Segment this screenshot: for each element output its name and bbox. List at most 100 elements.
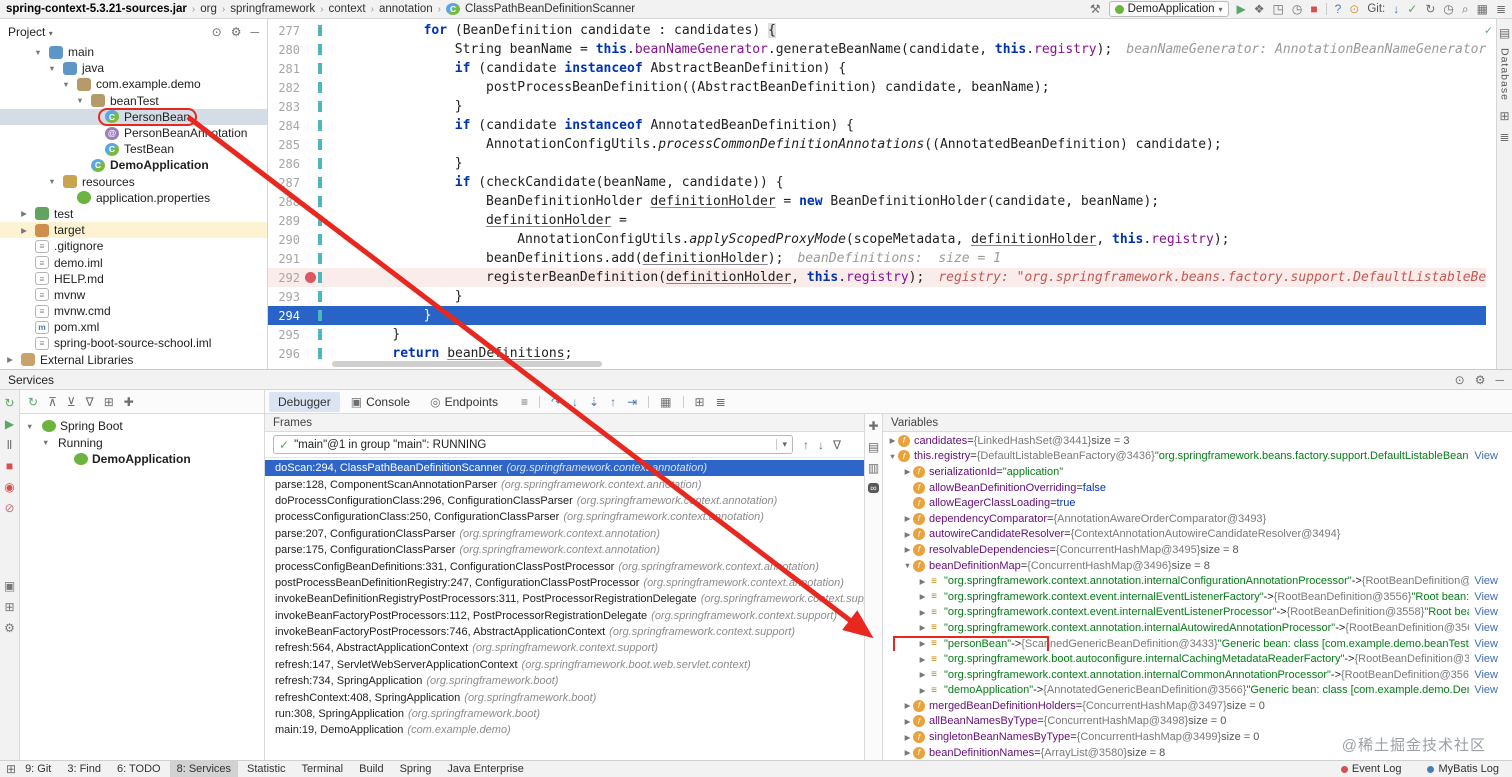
tree-item-beantest[interactable]: ▼ beanTest: [0, 93, 267, 109]
tree-item-help-md[interactable]: ≡ HELP.md: [0, 271, 267, 287]
code-area[interactable]: 277 for (BeanDefinition candidate : candi…: [268, 21, 1486, 363]
debug-icon[interactable]: ❖: [1254, 3, 1265, 15]
code-line-281[interactable]: 281 if (candidate instanceof AbstractBean…: [268, 59, 1486, 78]
restore-layout-icon[interactable]: ⊞: [4, 601, 14, 613]
expand-arrow-icon[interactable]: ▶: [917, 639, 928, 648]
code-text[interactable]: registerBeanDefinition(definitionHolder,…: [330, 270, 1486, 285]
add-watch-icon[interactable]: ✚: [868, 420, 878, 432]
expand-arrow-icon[interactable]: ▶: [902, 545, 913, 554]
code-line-290[interactable]: 290 AnnotationConfigUtils.applyScopedProx…: [268, 230, 1486, 249]
copy-stack-icon[interactable]: ▥: [868, 462, 879, 474]
resume-icon[interactable]: ▶: [5, 418, 14, 430]
view-link[interactable]: View: [1469, 668, 1498, 681]
tree-item-spring-boot-source-school-iml[interactable]: ≡ spring-boot-source-school.iml: [0, 335, 267, 351]
tree-item-java[interactable]: ▼ java: [0, 60, 267, 76]
expand-arrow-icon[interactable]: ▼: [42, 438, 54, 447]
view-link[interactable]: View: [1469, 575, 1498, 588]
view-link[interactable]: View: [1469, 450, 1498, 463]
tab-debugger[interactable]: Debugger: [269, 391, 340, 412]
variable-row[interactable]: ▶ f allBeanNamesByType = {ConcurrentHashMa…: [883, 714, 1512, 730]
tree-item-mvnw-cmd[interactable]: ≡ mvnw.cmd: [0, 303, 267, 319]
hide-frames-filter-icon[interactable]: ∇: [833, 439, 841, 451]
code-text[interactable]: return beanDefinitions;: [330, 346, 1486, 361]
project-panel-title[interactable]: Project ▾: [8, 25, 53, 39]
tree-item-external-libraries[interactable]: ▶ External Libraries: [0, 352, 267, 368]
pause-icon[interactable]: Ⅱ: [7, 439, 13, 451]
history-icon[interactable]: ↻: [1425, 3, 1435, 15]
tree-item-test[interactable]: ▶ test: [0, 206, 267, 222]
services-settings-icon[interactable]: ⚙: [1475, 374, 1486, 386]
collapse-arrow-icon[interactable]: ▶: [18, 209, 30, 218]
collapse-arrow-icon[interactable]: ▶: [18, 226, 30, 235]
line-number[interactable]: 284: [268, 119, 304, 133]
line-number[interactable]: 283: [268, 100, 304, 114]
stack-frame[interactable]: processConfigBeanDefinitions:331, Config…: [265, 558, 864, 574]
code-line-286[interactable]: 286}: [268, 154, 1486, 173]
run-to-cursor-icon[interactable]: ⇥: [627, 396, 637, 408]
tab-console[interactable]: ▣ Console: [342, 392, 419, 412]
services-tree-item-running[interactable]: ▼ Running: [20, 435, 264, 452]
expand-arrow-icon[interactable]: ▼: [60, 80, 72, 89]
tree-item-application-properties[interactable]: application.properties: [0, 190, 267, 206]
stack-frame[interactable]: processConfigurationClass:250, Configura…: [265, 509, 864, 525]
view-link[interactable]: View: [1469, 653, 1498, 666]
line-number[interactable]: 285: [268, 138, 304, 152]
tree-item-testbean[interactable]: C TestBean: [0, 141, 267, 157]
add-service-icon[interactable]: ✚: [124, 396, 134, 408]
expand-arrow-icon[interactable]: ▶: [917, 623, 928, 632]
tree-item-personbean[interactable]: C PersonBean: [0, 108, 267, 125]
locate-file-icon[interactable]: ⊙: [212, 26, 222, 38]
expand-arrow-icon[interactable]: ▶: [887, 436, 898, 445]
code-line-294[interactable]: 294}: [268, 306, 1486, 325]
line-number[interactable]: 292: [268, 271, 304, 285]
line-number[interactable]: 290: [268, 233, 304, 247]
tree-item-demo-iml[interactable]: ≡ demo.iml: [0, 254, 267, 270]
tree-item-com-example-demo[interactable]: ▼ com.example.demo: [0, 76, 267, 92]
line-number[interactable]: 280: [268, 43, 304, 57]
stack-frame[interactable]: doProcessConfigurationClass:296, Configu…: [265, 493, 864, 509]
profiler-icon[interactable]: ◷: [1292, 3, 1302, 15]
code-line-288[interactable]: 288 BeanDefinitionHolder definitionHolder…: [268, 192, 1486, 211]
view-link[interactable]: View: [1469, 606, 1498, 619]
layout-settings-icon[interactable]: ⊞: [695, 396, 705, 408]
clock-icon[interactable]: ◷: [1443, 3, 1453, 15]
code-editor[interactable]: 277 for (BeanDefinition candidate : candi…: [268, 19, 1496, 369]
stack-frame[interactable]: refresh:147, ServletWebServerApplication…: [265, 657, 864, 673]
variable-row[interactable]: ▶ f autowireCandidateResolver = {ContextAn…: [883, 527, 1512, 543]
line-number[interactable]: 294: [268, 309, 304, 323]
stack-frame[interactable]: main:19, DemoApplication (com.example.de…: [265, 722, 864, 738]
variable-row[interactable]: f allowBeanDefinitionOverriding = false: [883, 480, 1512, 496]
line-number[interactable]: 293: [268, 290, 304, 304]
code-text[interactable]: definitionHolder =: [330, 213, 1486, 228]
statusbar-item-spring[interactable]: Spring: [393, 761, 439, 777]
code-line-280[interactable]: 280 String beanName = this.beanNameGenera…: [268, 40, 1486, 59]
filter-icon[interactable]: ∇: [86, 396, 94, 408]
breadcrumb-item[interactable]: annotation: [379, 3, 433, 15]
view-link[interactable]: View: [1469, 637, 1498, 650]
expand-arrow-icon[interactable]: ▼: [74, 96, 86, 105]
thread-selector[interactable]: ✓ "main"@1 in group "main": RUNNING ▾: [273, 435, 793, 454]
expand-arrow-icon[interactable]: ▶: [917, 670, 928, 679]
code-line-277[interactable]: 277 for (BeanDefinition candidate : candi…: [268, 21, 1486, 40]
variable-row[interactable]: ▼ f this.registry = {DefaultListableBeanFa…: [883, 449, 1512, 465]
stack-frame[interactable]: parse:207, ConfigurationClassParser (org…: [265, 526, 864, 542]
code-text[interactable]: AnnotationConfigUtils.applyScopedProxyMo…: [330, 232, 1486, 247]
watch-view-icon[interactable]: ▤: [868, 441, 879, 453]
expand-arrow-icon[interactable]: ▼: [26, 422, 38, 431]
variable-row[interactable]: ▶ f resolvableDependencies = {ConcurrentHa…: [883, 542, 1512, 558]
expand-arrow-icon[interactable]: ▶: [902, 467, 913, 476]
stack-frame[interactable]: doScan:294, ClassPathBeanDefinitionScann…: [265, 460, 864, 477]
evaluate-expression-icon[interactable]: ▦: [660, 396, 671, 408]
code-line-283[interactable]: 283}: [268, 97, 1486, 116]
code-text[interactable]: beanDefinitions.add(definitionHolder); be…: [330, 251, 1486, 266]
view-link[interactable]: View: [1469, 590, 1498, 603]
tree-item-resources[interactable]: ▼ resources: [0, 174, 267, 190]
breadcrumb-item[interactable]: ClassPathBeanDefinitionScanner: [465, 3, 635, 15]
variable-row[interactable]: ▶ f candidates = {LinkedHashSet@3441} size…: [883, 433, 1512, 449]
expand-arrow-icon[interactable]: ▼: [32, 48, 44, 57]
overhead-badge[interactable]: ∞: [868, 483, 879, 493]
line-number[interactable]: 286: [268, 157, 304, 171]
variable-row[interactable]: ▶ ≡ "org.springframework.context.annotatio…: [883, 573, 1512, 589]
code-text[interactable]: String beanName = this.beanNameGenerator…: [330, 42, 1486, 57]
breakpoint-icon[interactable]: [305, 272, 316, 283]
